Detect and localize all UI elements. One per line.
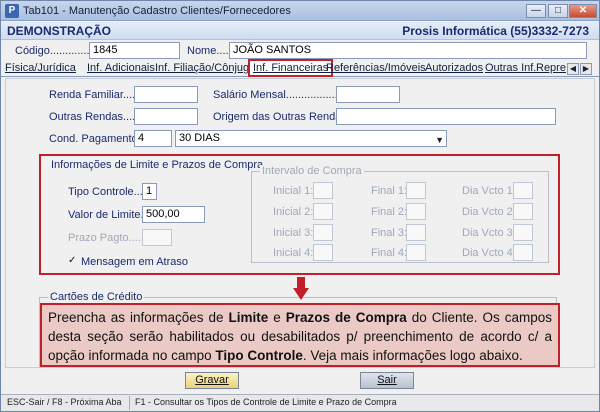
- tab-referencias[interactable]: Referências/Imóveis: [326, 62, 426, 74]
- renda-familiar-label: Renda Familiar.....:: [49, 89, 142, 101]
- title-bar: P Tab101 - Manutenção Cadastro Clientes/…: [1, 1, 599, 21]
- interval-dia-vcto-label: Dia Vcto 1:: [462, 185, 516, 197]
- interval-inicial-label: Inicial 4:: [273, 247, 314, 259]
- name-label: Nome.....:: [187, 45, 235, 57]
- tab-inf-adicionais[interactable]: Inf. Adicionais: [87, 62, 155, 74]
- tab-fisica-juridica[interactable]: Física/Jurídica: [5, 62, 76, 74]
- interval-dia-vcto-label: Dia Vcto 3:: [462, 227, 516, 239]
- callout-text: . Veja mais informações logo abaixo.: [302, 348, 523, 363]
- callout-bold: Limite: [228, 310, 269, 325]
- tab-outras-inf[interactable]: Outras Inf.: [485, 62, 536, 74]
- interval-dia-vcto-label: Dia Vcto 2:: [462, 206, 516, 218]
- callout-text: e: [268, 310, 286, 325]
- cond-pagamento-label: Cond. Pagamento:: [49, 133, 141, 145]
- callout-bold: Prazos de Compra: [285, 310, 407, 325]
- origem-rendas-field[interactable]: [336, 108, 556, 125]
- interval-final-label: Final 2:: [371, 206, 408, 218]
- outras-rendas-field[interactable]: [134, 108, 198, 125]
- interval-inicial-field[interactable]: [313, 224, 333, 241]
- mensagem-atraso-checkbox[interactable]: ✓: [68, 256, 78, 266]
- minimize-button[interactable]: —: [526, 4, 546, 18]
- mensagem-atraso-label: Mensagem em Atraso: [81, 256, 188, 268]
- name-field[interactable]: JOÃO SANTOS: [229, 42, 587, 59]
- interval-group-title: Intervalo de Compra: [260, 165, 364, 177]
- interval-final-label: Final 3:: [371, 227, 408, 239]
- outras-rendas-label: Outras Rendas......:: [49, 111, 145, 123]
- renda-familiar-field[interactable]: [134, 86, 198, 103]
- tab-scroll-left-icon[interactable]: ◀: [567, 63, 579, 75]
- company-name: DEMONSTRAÇÃO: [7, 24, 111, 38]
- tab-scroll-right-icon[interactable]: ▶: [580, 63, 592, 75]
- tipo-controle-label: Tipo Controle.....:: [68, 186, 152, 198]
- arrow-down-icon: [293, 277, 309, 300]
- valor-limite-label: Valor de Limite..:: [68, 209, 150, 221]
- window-title: Tab101 - Manutenção Cadastro Clientes/Fo…: [23, 5, 291, 17]
- interval-dia-vcto-field[interactable]: [513, 182, 533, 199]
- cond-pagamento-selected: 30 DIAS: [179, 132, 220, 144]
- main-window: P Tab101 - Manutenção Cadastro Clientes/…: [0, 0, 600, 412]
- interval-final-field[interactable]: [406, 244, 426, 261]
- callout-text: Preencha as informações de: [48, 310, 229, 325]
- interval-final-field[interactable]: [406, 182, 426, 199]
- status-bar: ESC-Sair / F8 - Próxima Aba F1 - Consult…: [1, 394, 599, 411]
- cards-group-title: Cartões de Crédito: [48, 291, 145, 303]
- interval-final-field[interactable]: [406, 224, 426, 241]
- status-help: F1 - Consultar os Tipos de Controle de L…: [135, 397, 397, 407]
- interval-inicial-label: Inicial 1:: [273, 185, 314, 197]
- code-label: Código...............:: [15, 45, 99, 57]
- cond-pagamento-select[interactable]: 30 DIAS ▼: [175, 130, 447, 147]
- status-separator: [129, 396, 130, 410]
- interval-dia-vcto-field[interactable]: [513, 203, 533, 220]
- callout-bold: Tipo Controle: [215, 348, 303, 363]
- app-icon: P: [5, 4, 19, 18]
- help-callout: Preencha as informações de Limite e Praz…: [40, 303, 560, 367]
- valor-limite-field[interactable]: 500,00: [142, 206, 205, 223]
- interval-inicial-field[interactable]: [313, 244, 333, 261]
- interval-final-label: Final 4:: [371, 247, 408, 259]
- chevron-down-icon: ▼: [435, 135, 444, 145]
- prazo-pagto-label: Prazo Pagto.......:: [68, 232, 153, 244]
- interval-dia-vcto-field[interactable]: [513, 224, 533, 241]
- tab-representantes[interactable]: Repre: [536, 62, 566, 74]
- tab-inf-financeiras[interactable]: Inf. Financeiras: [248, 59, 334, 77]
- salario-mensal-field[interactable]: [336, 86, 400, 103]
- tipo-controle-field[interactable]: 1: [142, 183, 157, 200]
- close-button[interactable]: ✕: [569, 4, 597, 18]
- tab-autorizados[interactable]: Autorizados: [425, 62, 483, 74]
- tab-strip: Física/Jurídica Inf. Adicionais Inf. Fil…: [1, 59, 599, 77]
- interval-final-field[interactable]: [406, 203, 426, 220]
- interval-inicial-field[interactable]: [313, 182, 333, 199]
- cond-pagamento-code-field[interactable]: 4: [134, 130, 172, 147]
- status-shortcuts: ESC-Sair / F8 - Próxima Aba: [7, 397, 122, 407]
- interval-dia-vcto-label: Dia Vcto 4:: [462, 247, 516, 259]
- save-button[interactable]: Gravar: [185, 372, 239, 389]
- interval-inicial-field[interactable]: [313, 203, 333, 220]
- limits-group-title: Informações de Limite e Prazos de Compra: [51, 159, 264, 171]
- company-header: DEMONSTRAÇÃO Prosis Informática (55)3332…: [1, 22, 599, 40]
- code-field[interactable]: 1845: [89, 42, 180, 59]
- maximize-button[interactable]: □: [548, 4, 568, 18]
- prazo-pagto-field[interactable]: [142, 229, 172, 246]
- interval-inicial-label: Inicial 2:: [273, 206, 314, 218]
- exit-button[interactable]: Sair: [360, 372, 414, 389]
- interval-final-label: Final 1:: [371, 185, 408, 197]
- interval-dia-vcto-field[interactable]: [513, 244, 533, 261]
- origem-rendas-label: Origem das Outras Rendas:: [213, 111, 350, 123]
- interval-inicial-label: Inicial 3:: [273, 227, 314, 239]
- tab-inf-filiacao[interactable]: Inf. Filiação/Cônjuge: [155, 62, 255, 74]
- brand-contact: Prosis Informática (55)3332-7273: [402, 24, 589, 38]
